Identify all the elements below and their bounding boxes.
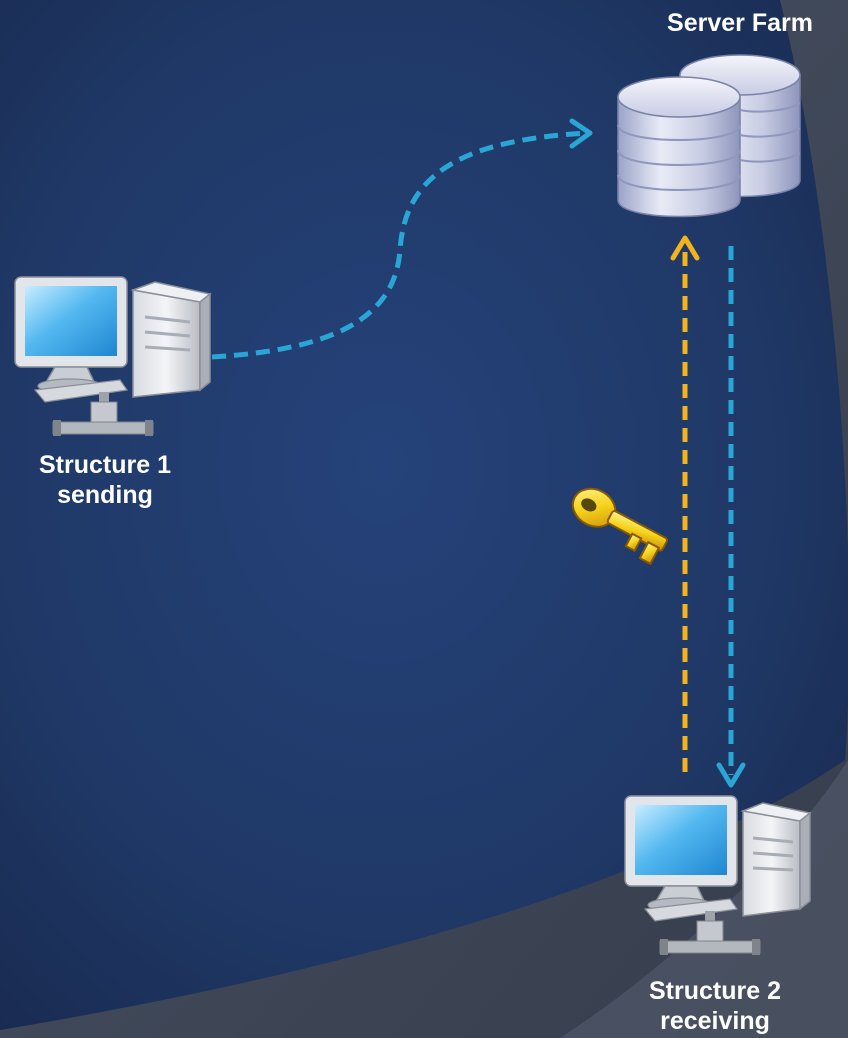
diagram-canvas [0,0,848,1038]
structure2-label-line2: receiving [660,1007,770,1035]
structure1-label-line1: Structure 1 [39,451,171,479]
server-farm-label: Server Farm [640,8,840,38]
structure2-label: Structure 2 receiving [615,976,815,1036]
server-farm-label-text: Server Farm [667,9,813,37]
structure1-label: Structure 1 sending [10,450,200,510]
structure1-label-line2: sending [57,481,153,509]
structure2-label-line1: Structure 2 [649,977,781,1005]
